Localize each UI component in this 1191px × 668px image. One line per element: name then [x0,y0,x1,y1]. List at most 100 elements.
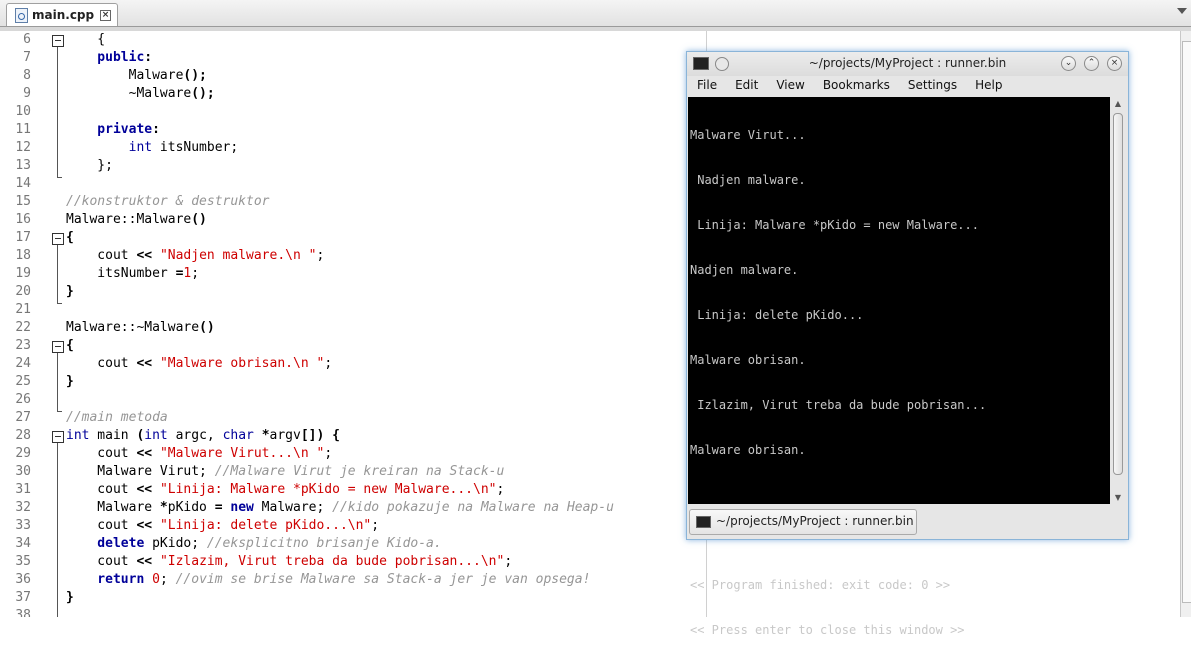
tab-list-dropdown-icon[interactable] [1177,8,1187,14]
line-number: 14 [15,176,31,191]
terminal-scrollbar[interactable]: ▲ ▼ [1111,97,1125,504]
code-token: ; [496,482,505,497]
code-token: Malware [66,68,184,83]
terminal-screen[interactable]: Malware Virut... Nadjen malware. Linija:… [688,97,1110,637]
scroll-up-icon[interactable]: ▲ [1114,99,1122,108]
code-token: public [66,50,145,65]
code-token: ; [191,266,200,281]
code-line[interactable]: public: [66,49,152,67]
code-line[interactable]: cout << "Izlazim, Virut treba da bude po… [66,553,512,571]
code-line[interactable]: delete pKido; //eksplicitno brisanje Kid… [66,535,442,553]
code-token: cout [66,518,137,533]
code-line[interactable]: itsNumber =1; [66,265,199,283]
code-token: //konstruktor & destruktor [66,194,270,209]
code-token: << [136,554,153,569]
terminal-session-tab[interactable]: ~/projects/MyProject : runner.bin [689,509,917,535]
code-token: () [199,320,215,335]
menu-help[interactable]: Help [965,76,1010,97]
code-line[interactable]: int itsNumber; [66,139,239,157]
fold-collapse-icon[interactable] [52,341,64,353]
code-token: Malware::~Malware [66,320,200,335]
code-line[interactable]: Malware::Malware() [66,211,207,229]
code-line[interactable]: } [66,373,74,391]
code-token: //eksplicitno brisanje Kido-a. [206,536,442,551]
menu-settings[interactable]: Settings [898,76,965,97]
code-token: << [136,356,153,371]
code-line[interactable]: } [66,589,74,607]
line-number: 24 [15,356,31,371]
fold-collapse-icon[interactable] [52,431,64,443]
code-token: cout [66,356,137,371]
line-number: 23 [15,338,31,353]
editor-tab-bar: main.cpp × [0,0,1191,27]
line-number: 35 [15,554,31,569]
menu-edit[interactable]: Edit [725,76,766,97]
code-line[interactable]: { [66,229,74,247]
code-line[interactable]: cout << "Malware Virut...\n "; [66,445,332,463]
fold-guide [57,245,58,303]
code-line[interactable]: Malware *pKido = new Malware; //kido pok… [66,499,614,517]
minimize-button[interactable]: ⌄ [1061,56,1076,71]
fold-guide [57,353,58,411]
code-token: Malware Virut; [66,464,215,479]
scrollbar-thumb[interactable] [1182,41,1191,603]
code-token: //ovim se brise Malware sa Stack-a jer j… [175,572,591,587]
code-token: itsNumber; [152,140,239,155]
code-token: "Malware obrisan.\n " [159,356,325,371]
code-line[interactable]: cout << "Malware obrisan.\n "; [66,355,332,373]
code-line[interactable]: cout << "Nadjen malware.\n "; [66,247,324,265]
line-number: 9 [23,86,31,101]
code-token: //Malware Virut je kreiran na Stack-u [214,464,505,479]
editor-vertical-scrollbar[interactable] [1180,31,1191,617]
code-line[interactable]: ~Malware(); [66,85,215,103]
code-line[interactable]: Malware(); [66,67,207,85]
terminal-window[interactable]: ~/projects/MyProject : runner.bin ⌄ ⌃ × … [686,51,1129,637]
code-line[interactable]: } [66,283,74,301]
close-button[interactable]: × [1107,56,1122,71]
scroll-down-icon[interactable]: ▼ [1114,493,1122,502]
line-number: 15 [15,194,31,209]
code-line[interactable]: return 0; //ovim se brise Malware sa Sta… [66,571,590,589]
menu-file[interactable]: File [687,76,725,97]
code-line[interactable]: { [66,337,74,355]
terminal-icon [696,516,711,528]
terminal-line: << Program finished: exit code: 0 >> [690,578,951,592]
maximize-button[interactable]: ⌃ [1084,56,1099,71]
code-line[interactable]: private: [66,121,160,139]
code-token: "Linija: delete pKido...\n" [159,518,372,533]
terminal-session-label: ~/projects/MyProject : runner.bin [716,514,914,528]
code-token: ; [324,356,333,371]
code-line[interactable]: cout << "Linija: Malware *pKido = new Ma… [66,481,504,499]
code-line[interactable]: }; [66,157,113,175]
code-line[interactable]: int main (int argc, char *argv[]) { [66,427,340,445]
code-token: ; [316,248,325,263]
line-number: 12 [15,140,31,155]
code-line[interactable]: { [66,31,105,49]
fold-collapse-icon[interactable] [52,35,64,47]
code-line[interactable]: //main metoda [66,409,168,427]
code-line[interactable]: Malware::~Malware() [66,319,215,337]
terminal-scrollbar-thumb[interactable] [1113,113,1123,475]
code-token: "Nadjen malware.\n " [159,248,317,263]
editor-tab-main-cpp[interactable]: main.cpp × [6,3,118,26]
terminal-line: Izlazim, Virut treba da bude pobrisan... [690,398,987,412]
code-line[interactable]: Malware Virut; //Malware Virut je kreira… [66,463,504,481]
line-number: 18 [15,248,31,263]
code-token: cout [66,482,137,497]
code-token: }; [66,158,113,173]
fold-collapse-icon[interactable] [52,233,64,245]
menu-view[interactable]: View [766,76,812,97]
code-line[interactable]: //konstruktor & destruktor [66,193,270,211]
code-token: * [261,428,270,443]
terminal-line: Linija: Malware *pKido = new Malware... [690,218,979,232]
code-token: Malware; [253,500,333,515]
close-tab-icon[interactable]: × [100,9,111,21]
terminal-titlebar[interactable]: ~/projects/MyProject : runner.bin ⌄ ⌃ × [687,52,1128,76]
menu-bookmarks[interactable]: Bookmarks [813,76,898,97]
code-token: main [89,428,137,443]
code-line[interactable]: cout << "Linija: delete pKido...\n"; [66,517,379,535]
